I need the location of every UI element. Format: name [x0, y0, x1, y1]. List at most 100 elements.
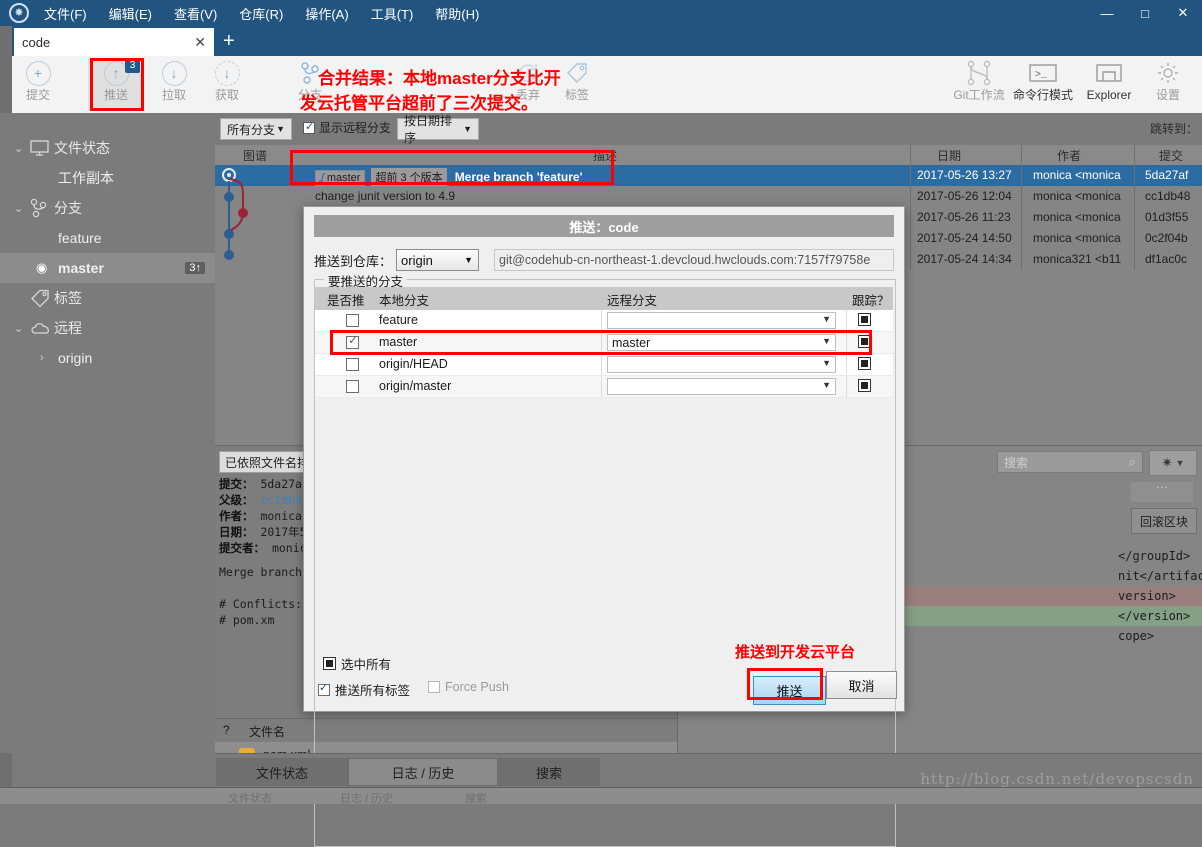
sidebar-item-working-copy[interactable]: 工作副本: [0, 163, 215, 193]
track-checkbox[interactable]: [858, 357, 871, 370]
toolbar-pull-button[interactable]: ↓ 拉取: [146, 58, 202, 111]
menu-item-file[interactable]: 文件(F): [42, 2, 89, 25]
toolbar-fetch-button[interactable]: ↓ 获取: [199, 58, 255, 111]
chevron-right-icon[interactable]: ›: [40, 352, 58, 364]
table-row[interactable]: origin/HEAD ▼: [315, 354, 893, 376]
push-all-tags-checkbox[interactable]: 推送所有标签: [318, 680, 410, 699]
toolbar-tag-button[interactable]: 标签: [549, 58, 605, 111]
commit-date: 2017-05-26 12:04: [917, 189, 1012, 203]
branch-filter-dropdown[interactable]: 所有分支 ▼: [220, 118, 292, 140]
toolbar-commit-label: 提交: [25, 88, 50, 102]
chevron-down-icon[interactable]: ⌄: [14, 202, 30, 215]
tab-search[interactable]: 搜索: [498, 758, 600, 786]
column-header-push[interactable]: 是否推: [327, 290, 365, 309]
checkbox-icon: [323, 657, 336, 670]
menu-item-action[interactable]: 操作(A): [303, 2, 350, 25]
close-button[interactable]: ✕: [1164, 0, 1202, 26]
column-header-author[interactable]: 作者: [1057, 147, 1081, 164]
menu-item-tools[interactable]: 工具(T): [369, 2, 416, 25]
tab-log-history[interactable]: 日志 / 历史: [348, 758, 498, 786]
track-checkbox[interactable]: [858, 335, 871, 348]
diff-settings-button[interactable]: ✷ ▼: [1149, 450, 1197, 476]
maximize-button[interactable]: □: [1126, 0, 1164, 26]
table-row[interactable]: change junit version to 4.9 2017-05-26 1…: [215, 186, 1202, 207]
sidebar-section-file-status[interactable]: ⌄ 文件状态: [0, 133, 215, 163]
remote-branch-dropdown[interactable]: ▼: [607, 312, 836, 329]
track-checkbox[interactable]: [858, 379, 871, 392]
toolbar-cli-button[interactable]: >_ 命令行模式: [1006, 58, 1080, 111]
tab-code[interactable]: code ✕: [14, 28, 214, 56]
column-header-desc[interactable]: 描述: [593, 147, 617, 164]
toolbar-settings-button[interactable]: 设置: [1140, 58, 1196, 111]
track-checkbox[interactable]: [858, 313, 871, 326]
push-checkbox[interactable]: [346, 358, 359, 371]
column-header-date[interactable]: 日期: [937, 147, 961, 164]
remote-branch-value: master: [612, 336, 651, 350]
column-header-commit[interactable]: 提交: [1159, 147, 1183, 164]
chevron-down-icon: ▼: [1175, 458, 1185, 468]
close-icon[interactable]: ✕: [194, 34, 206, 51]
rollback-hunk-button[interactable]: 回滚区块: [1130, 508, 1197, 534]
push-checkbox[interactable]: [346, 380, 359, 393]
commit-date: 2017-05-26 11:23: [917, 210, 1011, 224]
tab-file-status[interactable]: 文件状态: [216, 758, 348, 786]
push-count-badge: 3: [125, 58, 140, 73]
toolbar-branch-button[interactable]: 分支: [282, 58, 338, 111]
minimize-button[interactable]: —: [1088, 0, 1126, 26]
sidebar-section-branches[interactable]: ⌄ 分支: [0, 193, 215, 223]
menu-item-repo[interactable]: 仓库(R): [237, 2, 285, 25]
search-input[interactable]: 搜索 ⌕: [997, 451, 1143, 473]
sidebar-section-remotes[interactable]: ⌄ 远程: [0, 313, 215, 343]
column-header-filename[interactable]: 文件名: [249, 723, 285, 740]
checkbox-icon: [428, 681, 440, 693]
sidebar-item-origin[interactable]: › origin: [0, 343, 215, 373]
sort-dropdown[interactable]: 按日期排序 ▼: [397, 114, 479, 145]
column-header-local-branch[interactable]: 本地分支: [379, 290, 429, 309]
filter-bar: 所有分支 ▼ 显示远程分支 按日期排序 ▼ 跳转到：: [215, 113, 1202, 145]
push-checkbox[interactable]: [346, 333, 359, 349]
repo-dropdown[interactable]: origin ▼: [396, 249, 480, 271]
search-icon: ⌕: [1128, 454, 1136, 469]
chevron-down-icon: ▼: [463, 124, 472, 134]
sort-by-filename-button[interactable]: 已依照文件名排: [219, 451, 316, 473]
new-tab-button[interactable]: +: [223, 30, 235, 52]
table-row[interactable]: origin/master ▼: [315, 376, 893, 398]
column-header-remote-branch[interactable]: 远程分支: [607, 290, 657, 309]
table-row[interactable]: master master ▼: [315, 332, 893, 354]
push-button[interactable]: 推送: [753, 676, 826, 705]
column-header-graph[interactable]: 图谱: [243, 147, 267, 164]
meta-val-parent[interactable]: cc1db48: [260, 493, 308, 507]
force-push-checkbox[interactable]: Force Push: [428, 680, 509, 694]
toolbar-gitflow-button[interactable]: Git工作流: [942, 58, 1016, 111]
remote-branch-dropdown[interactable]: ▼: [607, 356, 836, 373]
chevron-down-icon[interactable]: ⌄: [14, 322, 30, 335]
remote-branch-dropdown[interactable]: master ▼: [607, 334, 836, 351]
push-checkbox[interactable]: [346, 314, 359, 327]
toolbar-push-button[interactable]: ↑ 推送 3: [88, 58, 144, 111]
table-row[interactable]: ʆ master 超前 3 个版本 Merge branch 'feature' 20…: [215, 165, 1202, 186]
toolbar-discard-button[interactable]: 丢弃: [500, 58, 556, 111]
table-row[interactable]: feature ▼: [315, 310, 893, 332]
sidebar-label-branches: 分支: [54, 200, 82, 216]
toolbar-commit-button[interactable]: + 提交: [10, 58, 66, 111]
chevron-down-icon[interactable]: ⌄: [14, 142, 30, 155]
remote-branch-dropdown[interactable]: ▼: [607, 378, 836, 395]
commit-author: monica <monica: [1033, 231, 1121, 245]
more-options-button[interactable]: ⋯: [1131, 481, 1193, 502]
sidebar-item-master[interactable]: ◉ master 3↑: [0, 253, 215, 283]
branch-icon: [30, 198, 54, 218]
toolbar: + 提交 ↑ 推送 3 ↓ 拉取 ↓ 获取 分支 丢弃 标签 Git工作流 >_…: [0, 56, 1202, 114]
cancel-button[interactable]: 取消: [826, 671, 897, 699]
chevron-down-icon: ▼: [822, 358, 831, 368]
menu-item-help[interactable]: 帮助(H): [433, 2, 481, 25]
column-header-track[interactable]: 跟踪？: [852, 290, 890, 309]
sidebar-section-tags[interactable]: 标签: [0, 283, 215, 313]
toolbar-explorer-button[interactable]: Explorer: [1072, 58, 1146, 111]
show-remote-branches-checkbox[interactable]: 显示远程分支: [303, 119, 391, 136]
cloud-icon: [30, 321, 54, 336]
menu-item-view[interactable]: 查看(V): [172, 2, 219, 25]
column-header-status[interactable]: ?: [223, 723, 230, 737]
sidebar-label-master: master: [58, 260, 104, 276]
menu-item-edit[interactable]: 编辑(E): [107, 2, 154, 25]
sidebar-item-feature[interactable]: feature: [0, 223, 215, 253]
